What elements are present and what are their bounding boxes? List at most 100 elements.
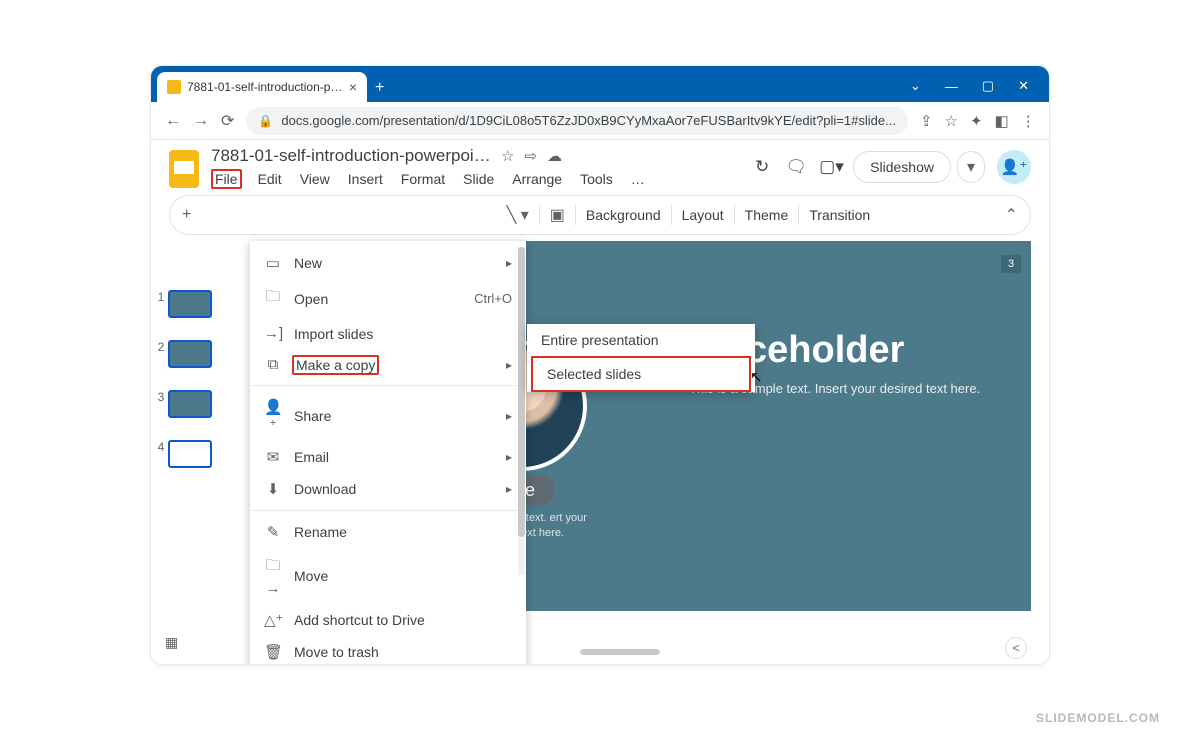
workspace: + 1 2 3 4 ▦ 3 Placeholder This is a samp… — [151, 241, 1049, 661]
menu-item-rename[interactable]: ✎Rename — [250, 516, 526, 548]
thumb-number: 3 — [158, 390, 165, 404]
menu-insert[interactable]: Insert — [346, 169, 385, 189]
share-button[interactable]: 👤⁺ — [997, 150, 1031, 184]
menu-item-trash[interactable]: 🗑Move to trash — [250, 636, 526, 665]
menu-item-add-shortcut[interactable]: △⁺Add shortcut to Drive — [250, 604, 526, 636]
thumb-number: 1 — [158, 290, 165, 304]
collapse-toolbar-icon[interactable]: ⌃ — [1005, 205, 1018, 225]
chevron-down-icon[interactable]: ⌄ — [910, 78, 921, 94]
browser-window: 7881-01-self-introduction-powe × + ⌄ — ▢… — [150, 65, 1050, 665]
menu-arrange[interactable]: Arrange — [510, 169, 564, 189]
copy-icon: ⧉ — [264, 356, 282, 373]
menu-item-move[interactable]: 🗀→Move — [250, 548, 526, 604]
slideshow-dropdown[interactable]: ▾ — [957, 151, 985, 183]
menu-edit[interactable]: Edit — [256, 169, 284, 189]
close-tab-icon[interactable]: × — [349, 79, 357, 95]
menu-scrollbar[interactable] — [518, 247, 525, 537]
thumb-number: 4 — [158, 440, 165, 454]
line-tool-icon[interactable]: ╲ ▾ — [507, 205, 529, 225]
email-icon: ✉ — [264, 448, 282, 466]
layout-button[interactable]: Layout — [682, 207, 724, 223]
slide-thumbnail[interactable] — [168, 440, 212, 468]
trash-icon: 🗑 — [264, 643, 282, 661]
share-icon: 👤⁺ — [264, 398, 282, 434]
tab-strip: 7881-01-self-introduction-powe × + — [157, 72, 384, 102]
slideshow-button[interactable]: Slideshow — [853, 151, 951, 183]
rename-icon: ✎ — [264, 523, 282, 541]
menu-slide[interactable]: Slide — [461, 169, 496, 189]
document-title[interactable]: 7881-01-self-introduction-powerpoint-tem… — [211, 146, 491, 166]
slide-canvas[interactable]: 3 Placeholder This is a sample text. Ins… — [439, 241, 1031, 611]
menu-bar: File Edit View Insert Format Slide Arran… — [211, 169, 739, 189]
menu-format[interactable]: Format — [399, 169, 447, 189]
browser-tab[interactable]: 7881-01-self-introduction-powe × — [157, 72, 367, 102]
new-slide-icon[interactable]: + — [182, 206, 191, 224]
menu-item-new[interactable]: ▭New▸ — [250, 247, 526, 279]
url-text: docs.google.com/presentation/d/1D9CiL08o… — [281, 113, 896, 128]
menu-view[interactable]: View — [298, 169, 332, 189]
background-button[interactable]: Background — [586, 207, 661, 223]
back-icon[interactable]: ← — [165, 112, 181, 130]
file-menu: ▭New▸ 🗀OpenCtrl+O →]Import slides ⧉Make … — [250, 241, 526, 665]
horizontal-scrollbar[interactable] — [580, 649, 660, 655]
slide-number-badge: 3 — [1001, 255, 1021, 273]
header-actions: ↻ 🗨 ▢▾ Slideshow ▾ 👤⁺ — [751, 150, 1031, 184]
app-header: 7881-01-self-introduction-powerpoint-tem… — [151, 140, 1049, 189]
lock-icon: 🔒 — [258, 114, 273, 128]
slides-logo-icon[interactable] — [169, 150, 199, 188]
slide-thumbnail[interactable] — [168, 290, 212, 318]
grid-view-icon[interactable]: ▦ — [165, 634, 178, 651]
star-doc-icon[interactable]: ☆ — [501, 147, 514, 165]
menu-more[interactable]: … — [629, 169, 647, 189]
submenu-item-entire[interactable]: Entire presentation — [527, 324, 755, 356]
move-icon: 🗀→ — [264, 555, 282, 597]
extensions-icon[interactable]: ✦ — [970, 112, 983, 130]
menu-item-make-copy[interactable]: ⧉Make a copy▸ — [250, 349, 526, 380]
window-controls: ⌄ — ▢ ✕ — [910, 78, 1043, 102]
favicon-icon — [167, 80, 181, 94]
forward-icon[interactable]: → — [193, 112, 209, 130]
account-icon[interactable]: ◧ — [995, 112, 1009, 130]
menu-item-share[interactable]: 👤⁺Share▸ — [250, 391, 526, 441]
drive-shortcut-icon: △⁺ — [264, 611, 282, 629]
menu-item-email[interactable]: ✉Email▸ — [250, 441, 526, 473]
slide-panel: + 1 2 3 4 — [161, 241, 209, 661]
minimize-icon[interactable]: — — [945, 79, 958, 94]
menu-tools[interactable]: Tools — [578, 169, 615, 189]
make-copy-submenu: Entire presentation Selected slides — [527, 324, 755, 392]
watermark: SLIDEMODEL.COM — [1036, 711, 1160, 725]
url-bar: ← → ⟳ 🔒 docs.google.com/presentation/d/1… — [151, 102, 1049, 140]
menu-file[interactable]: File — [211, 169, 242, 189]
text-box-icon[interactable]: ▣ — [550, 205, 565, 225]
menu-item-import[interactable]: →]Import slides — [250, 318, 526, 349]
new-tab-button[interactable]: + — [375, 79, 384, 97]
import-icon: →] — [264, 325, 282, 342]
menu-item-open[interactable]: 🗀OpenCtrl+O — [250, 279, 526, 318]
menu-item-download[interactable]: ⬇Download▸ — [250, 473, 526, 505]
slide-thumbnail[interactable] — [168, 340, 212, 368]
explore-button[interactable]: < — [1005, 637, 1027, 659]
history-icon[interactable]: ↻ — [751, 157, 773, 177]
transition-button[interactable]: Transition — [809, 207, 870, 223]
menu-dots-icon[interactable]: ⋮ — [1021, 112, 1036, 130]
format-toolbar: + · ╲ ▾ ▣ Background Layout Theme Transi… — [169, 195, 1031, 235]
reload-icon[interactable]: ⟳ — [221, 111, 234, 131]
meet-icon[interactable]: ▢▾ — [819, 157, 841, 177]
move-doc-icon[interactable]: ⇨ — [524, 147, 537, 165]
maximize-icon[interactable]: ▢ — [982, 78, 994, 94]
submenu-item-selected[interactable]: Selected slides — [531, 356, 751, 392]
slide-thumbnail[interactable] — [168, 390, 212, 418]
close-window-icon[interactable]: ✕ — [1018, 78, 1029, 94]
thumb-number: 2 — [158, 340, 165, 354]
comments-icon[interactable]: 🗨 — [785, 157, 807, 177]
mouse-cursor-icon: ↖ — [750, 368, 763, 386]
document-title-row: 7881-01-self-introduction-powerpoint-tem… — [211, 146, 739, 166]
tab-title: 7881-01-self-introduction-powe — [187, 80, 343, 94]
theme-button[interactable]: Theme — [745, 207, 789, 223]
canvas-area: 3 Placeholder This is a sample text. Ins… — [209, 241, 1031, 661]
bookmark-star-icon[interactable]: ☆ — [945, 112, 958, 130]
document-icon: ▭ — [264, 254, 282, 272]
address-field[interactable]: 🔒 docs.google.com/presentation/d/1D9CiL0… — [246, 107, 908, 135]
cloud-status-icon[interactable]: ☁ — [547, 147, 562, 165]
share-icon[interactable]: ⇪ — [920, 112, 933, 130]
